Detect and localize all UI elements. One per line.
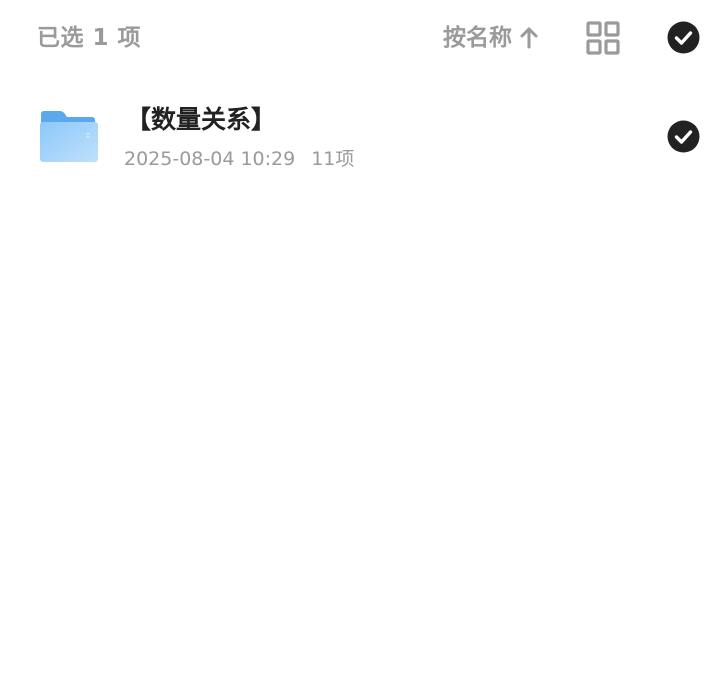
row-check-icon[interactable] — [667, 120, 700, 153]
selection-toolbar: 已选 1 项 按名称 — [0, 0, 714, 76]
sort-by-name-button[interactable]: 按名称 — [443, 22, 538, 54]
file-item-count: 11项 — [311, 148, 355, 170]
folder-icon — [40, 111, 98, 162]
file-meta: 2025-08-04 10:29 11项 — [124, 146, 354, 172]
arrow-up-icon — [520, 27, 538, 49]
file-name: 【数量关系】 — [126, 105, 277, 134]
selected-count-label: 已选 1 项 — [37, 25, 142, 51]
sort-label: 按名称 — [443, 25, 512, 51]
file-date: 2025-08-04 10:29 — [124, 148, 296, 170]
file-row[interactable]: 【数量关系】 2025-08-04 10:29 11项 — [0, 90, 714, 186]
grid-view-icon[interactable] — [586, 21, 620, 55]
file-list: 【数量关系】 2025-08-04 10:29 11项 — [0, 90, 714, 186]
select-all-check-icon[interactable] — [667, 21, 700, 54]
